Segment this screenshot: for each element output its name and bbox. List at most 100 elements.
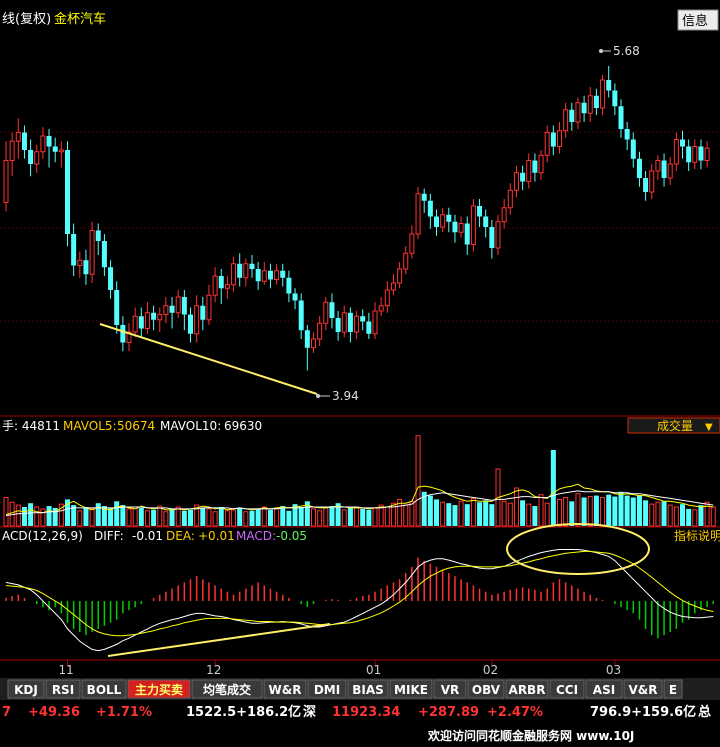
macd-panel (5, 523, 714, 657)
tab-label: V&R (629, 683, 658, 697)
tab-E[interactable]: E (663, 679, 683, 699)
macd-indicator-help[interactable]: 指标说明 (674, 528, 720, 543)
volume-bar (600, 497, 606, 527)
tab-KDJ[interactable]: KDJ (7, 679, 45, 699)
tab-主力买卖[interactable]: 主力买卖 (127, 679, 191, 699)
candle-body (680, 139, 685, 147)
volume-bar (3, 497, 9, 527)
volume-bar (188, 509, 193, 526)
candle-body (46, 136, 52, 147)
volume-bar (163, 511, 169, 527)
tab-ASI[interactable]: ASI (585, 679, 623, 699)
volume-bar (606, 494, 612, 526)
volume-bar (434, 499, 439, 526)
candle (108, 260, 114, 299)
candle (458, 216, 464, 238)
volume-bar (206, 508, 212, 527)
candle-body (108, 267, 114, 290)
candle-body (335, 318, 341, 332)
candle-body (52, 146, 58, 152)
candle (231, 256, 237, 292)
quote-seg-3: +1.71% (96, 705, 152, 720)
candle (280, 263, 286, 287)
candle-body (151, 312, 157, 320)
candle (384, 281, 390, 313)
volume-bar (286, 510, 292, 526)
tab-label: 均笔成交 (203, 682, 251, 697)
candle-body (114, 290, 120, 325)
candle (636, 151, 642, 187)
low-annotation: 3.94 (316, 389, 359, 403)
candle-body (606, 80, 612, 91)
tab-V&R[interactable]: V&R (623, 679, 663, 699)
candle-body (624, 129, 630, 140)
tab-DMI[interactable]: DMI (307, 679, 347, 699)
tab-均笔成交[interactable]: 均笔成交 (191, 679, 263, 699)
tab-label: DMI (314, 683, 340, 697)
volume-bar (231, 509, 237, 527)
candle (144, 302, 150, 334)
volume-bar (470, 497, 476, 527)
volume-bar (464, 504, 470, 526)
candle (304, 325, 310, 371)
candle-body (157, 314, 163, 321)
candle-body (292, 293, 298, 301)
candle (538, 150, 544, 180)
tab-label: VR (441, 683, 460, 697)
candle-body (581, 102, 587, 114)
candle-body (21, 132, 27, 150)
candle-body (101, 241, 107, 268)
tab-CCI[interactable]: CCI (549, 679, 585, 699)
candle-body (274, 270, 280, 280)
candle (206, 284, 212, 325)
candle (237, 253, 243, 287)
volume-bar (569, 501, 575, 526)
tab-VR[interactable]: VR (433, 679, 467, 699)
tab-W&R[interactable]: W&R (263, 679, 307, 699)
volume-bar (224, 510, 230, 527)
candle (200, 297, 206, 331)
candle-body (643, 178, 649, 192)
candle-body (550, 132, 556, 147)
volume-bar (329, 506, 335, 526)
price-grid (0, 131, 720, 322)
candle (464, 216, 470, 255)
tab-ARBR[interactable]: ARBR (505, 679, 549, 699)
tab-OBV[interactable]: OBV (467, 679, 505, 699)
tab-BIAS[interactable]: BIAS (347, 679, 389, 699)
tab-MIKE[interactable]: MIKE (389, 679, 433, 699)
candle (630, 132, 636, 168)
volume-selector-chevron-icon: ▼ (705, 422, 713, 433)
volume-bar (624, 495, 630, 526)
volume-bar (618, 491, 624, 526)
candle-body (532, 160, 538, 173)
volume-bar (557, 498, 562, 527)
volume-bar (366, 509, 372, 526)
volume-bar (483, 500, 489, 526)
candle (421, 188, 427, 213)
candle-body (600, 79, 606, 109)
candle-body (612, 90, 618, 107)
candle-body (237, 263, 243, 278)
candle (311, 332, 316, 353)
tab-RSI[interactable]: RSI (45, 679, 81, 699)
tab-BOLL[interactable]: BOLL (81, 679, 127, 699)
mavol10-value: 69630 (224, 419, 262, 433)
x-tick-label: 03 (606, 663, 621, 677)
candle-body (83, 260, 89, 275)
candle-body (286, 277, 292, 294)
volume-bar (46, 506, 52, 526)
candle (341, 305, 347, 338)
volume-bar (661, 501, 667, 526)
volume-bar (157, 505, 163, 527)
macd-value: -0.05 (276, 529, 307, 543)
candle-body (71, 234, 77, 266)
candle-body (526, 160, 532, 182)
candle (600, 74, 606, 115)
candle (298, 293, 304, 339)
candle-body (440, 214, 446, 228)
candle (661, 153, 667, 187)
candle (132, 307, 138, 338)
volume-bar (409, 500, 415, 527)
volume-bar (458, 500, 464, 527)
